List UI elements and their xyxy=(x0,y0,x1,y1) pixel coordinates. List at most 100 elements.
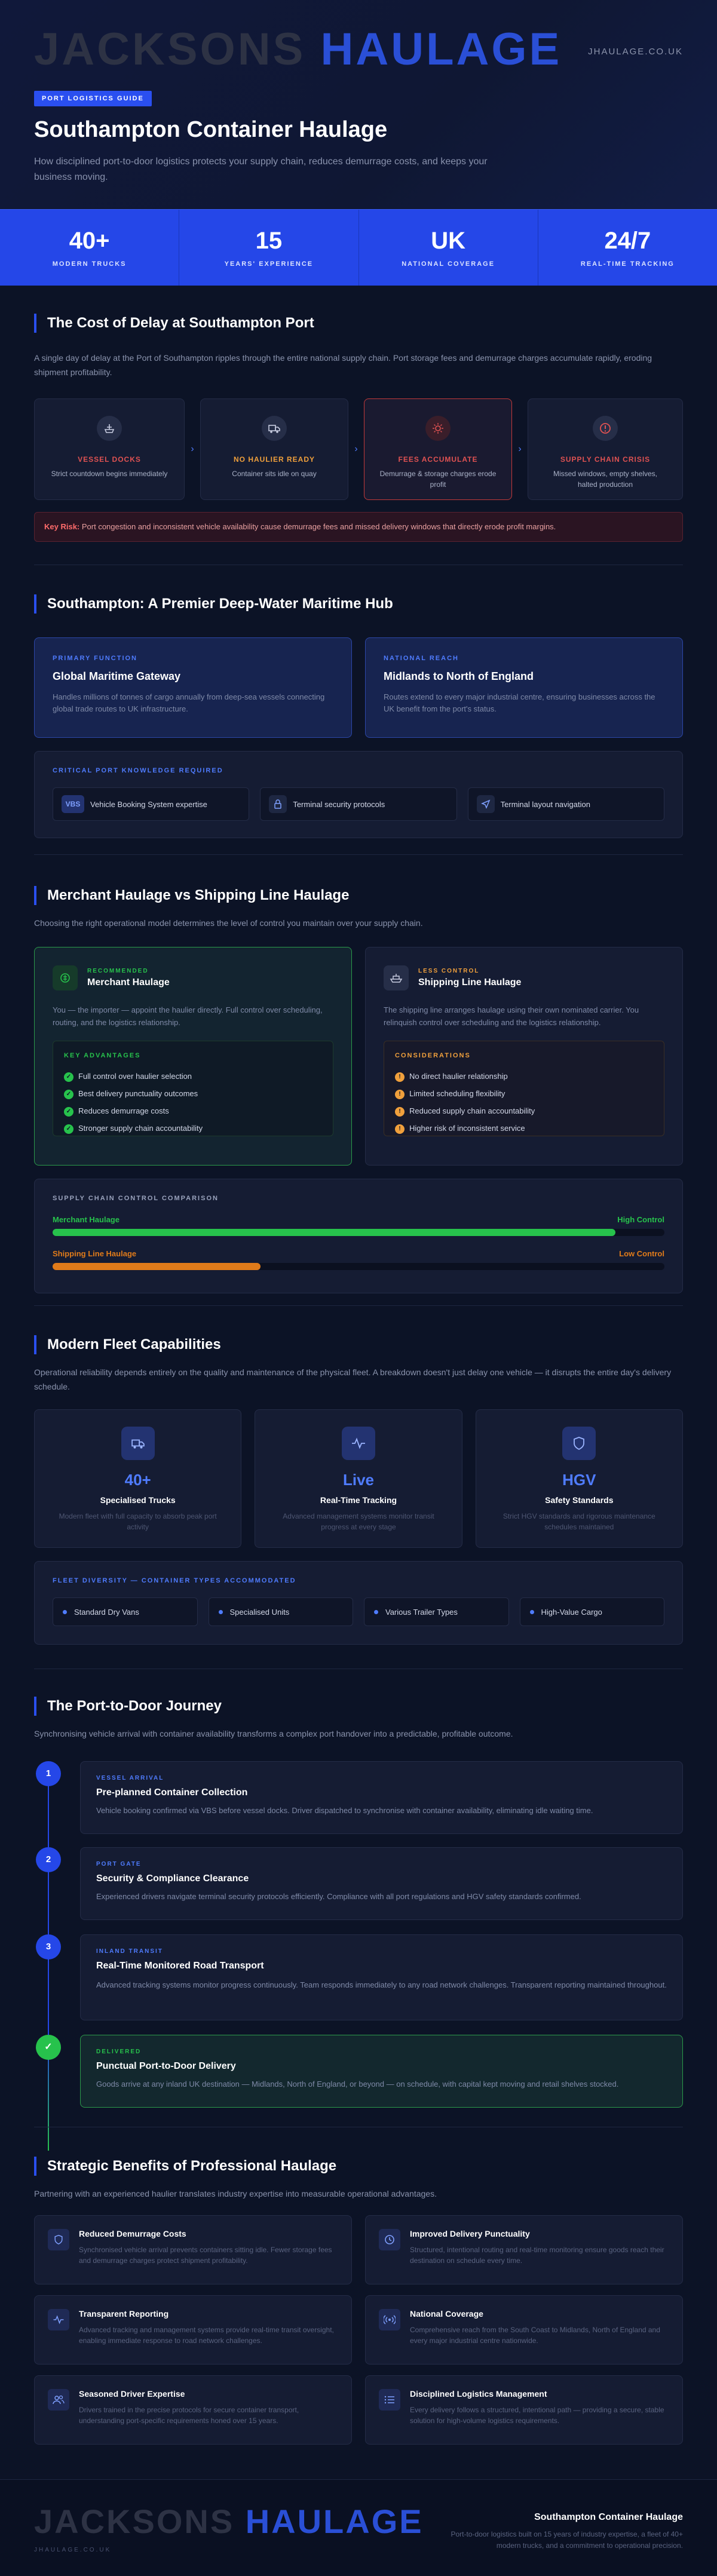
item-label: Stronger supply chain accountability xyxy=(78,1124,203,1133)
section-intro: Synchronising vehicle arrival with conta… xyxy=(34,1729,513,1738)
merchant-card: RECOMMENDED Merchant Haulage You — the im… xyxy=(34,947,352,1166)
footer-site-url[interactable]: JHAULAGE.CO.UK xyxy=(34,2547,111,2553)
step-desc: Goods arrive at any inland UK destinatio… xyxy=(96,2080,619,2089)
journey-step: 3 INLAND TRANSIT Real-Time Monitored Roa… xyxy=(34,1934,683,2020)
section-title: Modern Fleet Capabilities xyxy=(34,1335,683,1354)
footer-title: Southampton Container Haulage xyxy=(534,2512,683,2522)
bar-track xyxy=(53,1263,664,1270)
bar-name: Merchant Haulage xyxy=(53,1215,120,1224)
bar-track xyxy=(53,1229,664,1236)
list-item: ✓ Reduces demurrage costs xyxy=(64,1102,322,1120)
benefit-desc: Structured, intentional routing and real… xyxy=(410,2246,664,2265)
step-title: FEES ACCUMULATE xyxy=(398,455,478,464)
benefit-card: Improved Delivery Punctuality Structured,… xyxy=(365,2215,683,2284)
step-title: VESSEL DOCKS xyxy=(78,455,141,464)
fleet-section: Modern Fleet Capabilities Operational re… xyxy=(34,1335,683,1645)
step-card: PORT GATE Security & Compliance Clearanc… xyxy=(80,1847,683,1920)
step-title: Real-Time Monitored Road Transport xyxy=(96,1961,264,1971)
list-item: ! No direct haulier relationship xyxy=(395,1068,653,1085)
check-icon: ✓ xyxy=(64,1106,73,1117)
fleet-title: Specialised Trucks xyxy=(100,1495,176,1505)
check-icon: ✓ xyxy=(36,2035,61,2060)
logo-text-a: JACKSONS xyxy=(34,24,306,75)
benefit-desc: Every delivery follows a structured, int… xyxy=(410,2406,664,2425)
fleet-card: Live Real-Time Tracking Advanced managem… xyxy=(255,1409,462,1548)
card-header: RECOMMENDED Merchant Haulage xyxy=(53,965,333,990)
step-desc: Container sits idle on quay xyxy=(232,470,317,478)
fleet-title: Safety Standards xyxy=(545,1495,614,1505)
warning-icon: ! xyxy=(395,1124,405,1134)
container-types: Standard Dry Vans Specialised Units Vari… xyxy=(53,1597,664,1626)
users-icon xyxy=(48,2389,69,2411)
benefit-title: National Coverage xyxy=(410,2309,483,2319)
card-header: LESS CONTROL Shipping Line Haulage xyxy=(384,965,664,990)
step-desc: Demurrage & storage charges erode profit xyxy=(379,470,497,489)
warning-icon: ! xyxy=(395,1072,405,1082)
diversity-title: FLEET DIVERSITY — CONTAINER TYPES ACCOMM… xyxy=(53,1577,296,1584)
list-item: ✓ Best delivery punctuality outcomes xyxy=(64,1085,322,1102)
warning-icon: ! xyxy=(395,1106,405,1117)
divider xyxy=(34,854,683,855)
knowledge-item: Terminal security protocols xyxy=(260,787,457,821)
page-title: Southampton Container Haulage xyxy=(34,117,388,142)
footer-logo: JACKSONS HAULAGE xyxy=(34,2505,424,2538)
logo-text-a: JACKSONS xyxy=(34,2503,235,2540)
ship-icon xyxy=(97,416,122,441)
card-desc: The shipping line arranges haulage using… xyxy=(384,1005,639,1027)
bullet-icon xyxy=(374,1609,378,1614)
step-desc: Strict countdown begins immediately xyxy=(51,470,168,478)
stats-bar: 40+ MODERN TRUCKS 15 YEARS' EXPERIENCE UK N… xyxy=(0,209,717,286)
item-label: Higher risk of inconsistent service xyxy=(409,1124,525,1133)
row-labels: Shipping Line Haulage Low Control xyxy=(53,1249,664,1258)
stat-value: 15 xyxy=(255,228,283,254)
row-labels: Merchant Haulage High Control xyxy=(53,1215,664,1224)
delay-step: SUPPLY CHAIN CRISIS Missed windows, empt… xyxy=(528,398,683,500)
stat-value: 24/7 xyxy=(604,228,651,254)
hero: JACKSONS HAULAGE JHAULAGE.CO.UK PORT LOG… xyxy=(0,0,717,209)
navigation-icon xyxy=(476,795,495,813)
delay-step: VESSEL DOCKS Strict countdown begins imm… xyxy=(34,398,185,500)
chevron-right-icon: › xyxy=(518,444,522,454)
step-title: Punctual Port-to-Door Delivery xyxy=(96,2061,236,2071)
bullet-icon xyxy=(63,1609,67,1614)
advantages-box: KEY ADVANTAGES ✓ Full control over haulie… xyxy=(53,1041,333,1136)
journey-section: The Port-to-Door Journey Synchronising v… xyxy=(34,1697,683,2151)
stat-value: UK xyxy=(431,228,466,254)
comparison-title: SUPPLY CHAIN CONTROL COMPARISON xyxy=(53,1195,219,1202)
stat-label: MODERN TRUCKS xyxy=(52,260,127,268)
step-desc: Vehicle booking confirmed via VBS before… xyxy=(96,1806,593,1815)
knowledge-item: VBS Vehicle Booking System expertise xyxy=(53,787,250,821)
shield-icon xyxy=(562,1427,596,1460)
shield-icon xyxy=(48,2229,69,2250)
delay-step: NO HAULIER READY Container sits idle on … xyxy=(200,398,348,500)
hub-card: NATIONAL REACH Midlands to North of Engl… xyxy=(365,637,683,738)
section-intro: Partnering with an experienced haulier t… xyxy=(34,2189,437,2198)
knowledge-title: CRITICAL PORT KNOWLEDGE REQUIRED xyxy=(53,767,223,774)
clock-icon xyxy=(379,2229,400,2250)
stat-trucks: 40+ MODERN TRUCKS xyxy=(0,210,180,286)
check-icon: ✓ xyxy=(64,1089,73,1099)
bar-fill xyxy=(53,1263,261,1270)
item-label: Best delivery punctuality outcomes xyxy=(78,1089,198,1098)
guide-tag: PORT LOGISTICS GUIDE xyxy=(34,91,152,106)
stat-experience: 15 YEARS' EXPERIENCE xyxy=(179,210,359,286)
step-desc: Missed windows, empty shelves, halted pr… xyxy=(553,470,658,489)
section-title: Southampton: A Premier Deep-Water Mariti… xyxy=(34,594,683,614)
fleet-desc: Modern fleet with full capacity to absor… xyxy=(59,1512,217,1531)
item-label: No direct haulier relationship xyxy=(409,1072,508,1081)
card-title: Midlands to North of England xyxy=(384,670,534,682)
alert-circle-icon xyxy=(593,416,618,441)
step-title: Pre-planned Container Collection xyxy=(96,1787,248,1798)
benefit-desc: Comprehensive reach from the South Coast… xyxy=(410,2326,660,2345)
card-title: Global Maritime Gateway xyxy=(53,670,181,682)
knowledge-label: Vehicle Booking System expertise xyxy=(90,799,207,809)
step-title: SUPPLY CHAIN CRISIS xyxy=(560,455,651,464)
site-url[interactable]: JHAULAGE.CO.UK xyxy=(588,47,683,57)
card-title: Merchant Haulage xyxy=(87,977,170,988)
step-kicker: VESSEL ARRIVAL xyxy=(96,1775,164,1781)
card-title: Shipping Line Haulage xyxy=(418,977,522,988)
step-title: NO HAULIER READY xyxy=(233,455,315,464)
card-desc: You — the importer — appoint the haulier… xyxy=(53,1005,323,1027)
divider xyxy=(34,1305,683,1306)
bar-fill xyxy=(53,1229,616,1236)
